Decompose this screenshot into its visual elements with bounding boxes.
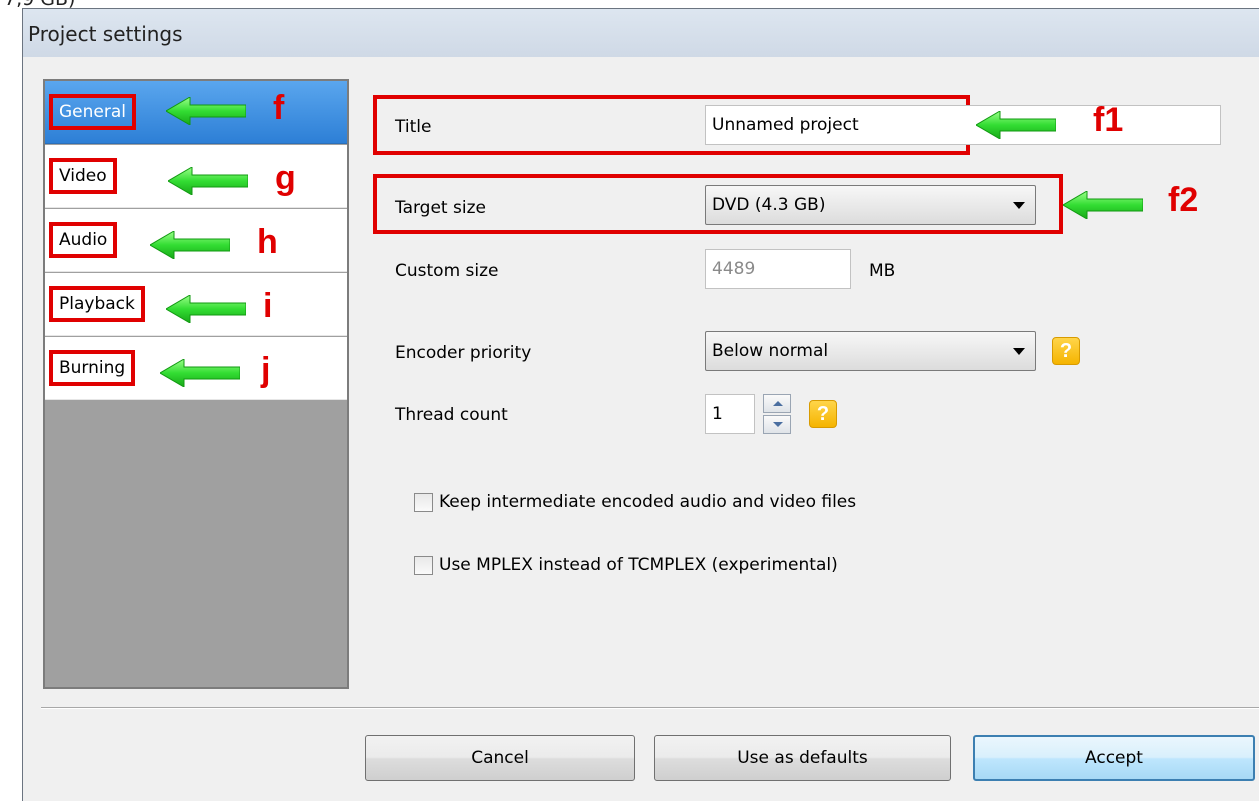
custom-size-input[interactable]: 4489 [705, 249, 851, 289]
annotation-label-j: j [261, 351, 271, 389]
green-arrow-icon [150, 231, 230, 259]
footer-divider [41, 707, 1259, 709]
encoder-priority-dropdown[interactable]: Below normal [705, 331, 1036, 371]
project-settings-dialog: Project settings General Video Audio Pla… [22, 8, 1259, 801]
use-mplex-label[interactable]: Use MPLEX instead of TCMPLEX (experiment… [439, 555, 838, 575]
annotation-label-i: i [263, 287, 273, 325]
thread-count-label: Thread count [395, 405, 508, 425]
green-arrow-icon [976, 111, 1056, 139]
encoder-priority-value: Below normal [712, 341, 829, 361]
title-bar[interactable]: Project settings [23, 9, 1259, 57]
help-icon[interactable]: ? [809, 400, 837, 428]
green-arrow-icon [166, 97, 246, 125]
green-arrow-icon [1063, 191, 1143, 219]
annotation-label-f: f [273, 89, 285, 127]
use-as-defaults-button[interactable]: Use as defaults [654, 735, 951, 781]
sidebar-item-label: General [49, 94, 136, 130]
sidebar-item-label: Playback [49, 286, 145, 322]
thread-count-input[interactable]: 1 [705, 394, 755, 434]
target-size-dropdown[interactable]: DVD (4.3 GB) [705, 185, 1036, 225]
target-size-label: Target size [395, 198, 486, 218]
title-label: Title [395, 117, 432, 137]
encoder-priority-label: Encoder priority [395, 343, 532, 363]
custom-size-label: Custom size [395, 261, 499, 281]
stepper-down-icon[interactable] [763, 415, 791, 434]
use-mplex-checkbox[interactable] [414, 556, 433, 575]
chevron-down-icon [1013, 202, 1025, 209]
cancel-button[interactable]: Cancel [365, 735, 635, 781]
chevron-down-icon [1013, 348, 1025, 355]
annotation-label-h: h [257, 223, 278, 261]
sidebar-item-label: Audio [49, 222, 118, 258]
keep-intermediate-files-label[interactable]: Keep intermediate encoded audio and vide… [439, 492, 856, 512]
green-arrow-icon [166, 295, 246, 323]
green-arrow-icon [160, 359, 240, 387]
sidebar-item-label: Burning [49, 350, 136, 386]
green-arrow-icon [168, 167, 248, 195]
help-icon[interactable]: ? [1052, 337, 1080, 365]
title-input[interactable]: Unnamed project [705, 105, 1221, 145]
annotation-label-f2: f2 [1168, 181, 1199, 219]
sidebar-item-label: Video [49, 158, 117, 194]
accept-button[interactable]: Accept [973, 735, 1255, 781]
target-size-value: DVD (4.3 GB) [712, 195, 826, 215]
keep-intermediate-files-checkbox[interactable] [414, 493, 433, 512]
dialog-title: Project settings [28, 22, 183, 46]
custom-size-unit: MB [869, 261, 896, 281]
stepper-up-icon[interactable] [763, 394, 791, 413]
annotation-label-f1: f1 [1093, 101, 1124, 139]
annotation-label-g: g [275, 159, 296, 197]
thread-count-stepper[interactable] [763, 394, 791, 434]
